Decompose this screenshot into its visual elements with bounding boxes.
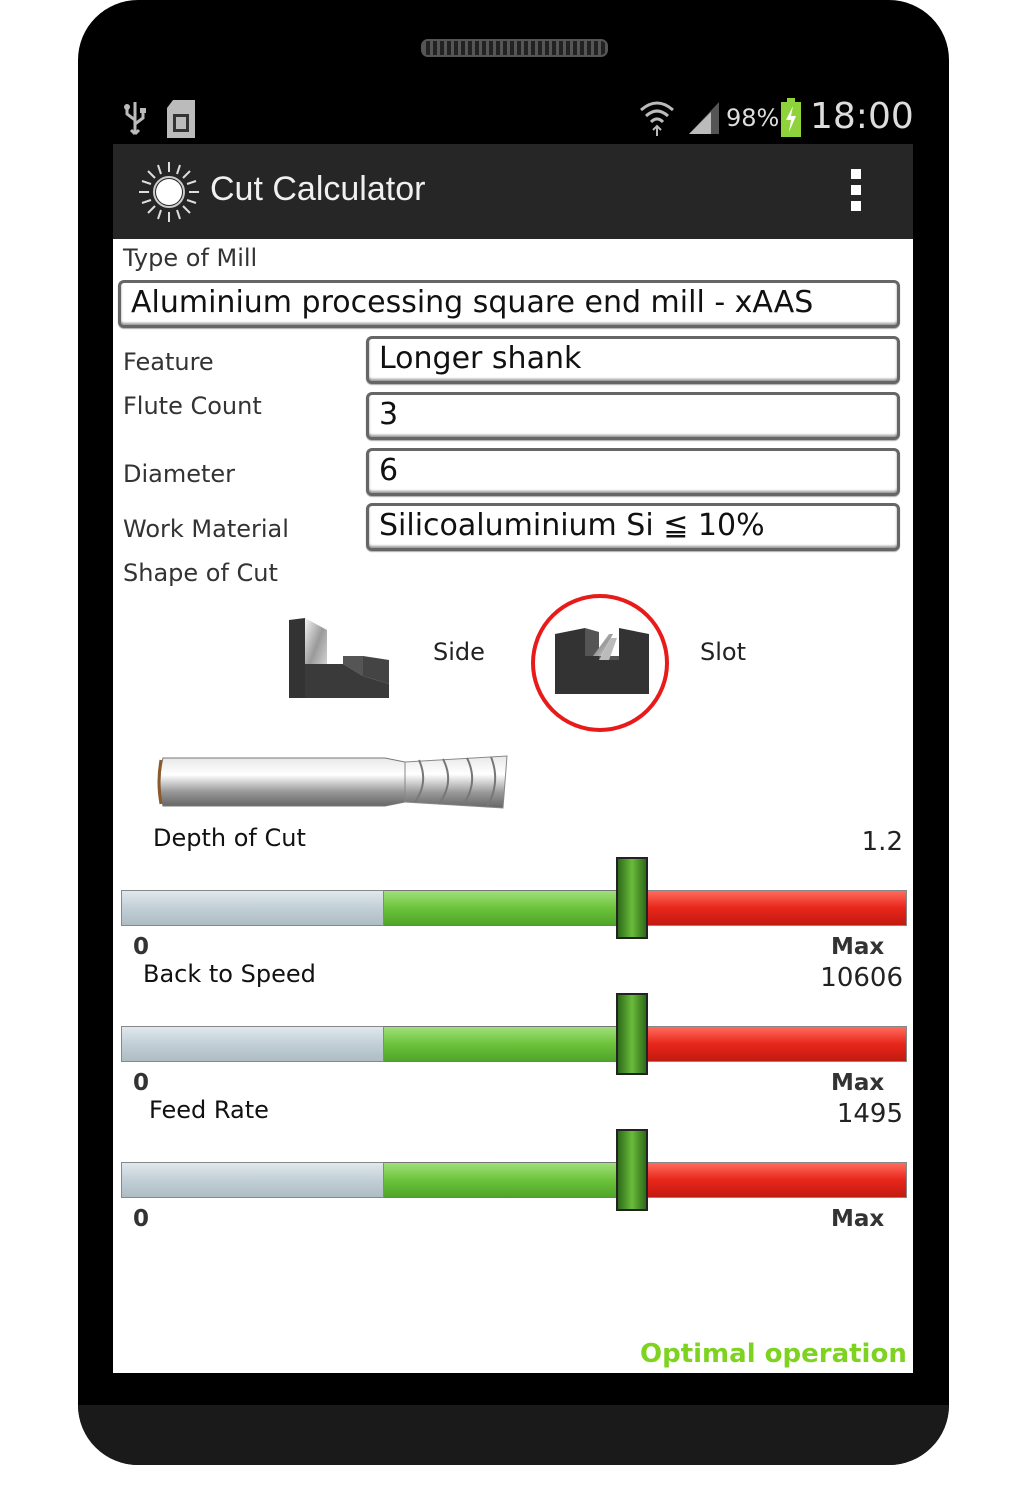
overflow-menu-icon[interactable]	[846, 169, 866, 217]
slider-thumb[interactable]	[616, 1129, 648, 1211]
slider-zone-low	[121, 1026, 384, 1062]
work-material-field[interactable]: Silicoaluminium Si ≦ 10%	[366, 503, 900, 551]
flute-count-label: Flute Count	[123, 392, 262, 420]
slider-value-feed-rate: 1495	[836, 1099, 903, 1129]
slider-label-depth-of-cut: Depth of Cut	[153, 824, 306, 852]
slider-label-back-to-speed: Back to Speed	[143, 960, 316, 988]
slider-max-label: Max	[831, 934, 885, 960]
status-bar: 98% 18:00	[113, 92, 914, 144]
speaker-grille	[421, 39, 608, 57]
slider-zone-high	[624, 1026, 907, 1062]
side-label[interactable]: Side	[433, 638, 485, 666]
slider-zone-optimal	[384, 890, 624, 926]
battery-charging-icon	[781, 98, 801, 137]
slider-min-label: 0	[133, 934, 150, 960]
type-of-mill-label: Type of Mill	[123, 244, 258, 272]
diameter-field[interactable]: 6	[366, 448, 900, 496]
slider-min-label: 0	[133, 1206, 150, 1232]
slider-thumb[interactable]	[616, 993, 648, 1075]
battery-percent: 98%	[726, 104, 780, 132]
slider-thumb[interactable]	[616, 857, 648, 939]
slider-zone-optimal	[384, 1162, 624, 1198]
app-title: Cut Calculator	[210, 170, 426, 208]
slider-max-label: Max	[831, 1206, 885, 1232]
app-screen: Cut Calculator Type of Mill Aluminium pr…	[113, 144, 913, 1373]
operation-status: Optimal operation	[640, 1339, 907, 1369]
slot-cut-icon[interactable]	[553, 626, 651, 696]
side-cut-icon[interactable]	[287, 614, 391, 700]
slider-zone-low	[121, 890, 384, 926]
work-material-label: Work Material	[123, 515, 289, 543]
feed-rate-slider[interactable]	[121, 1129, 907, 1211]
sd-card-icon	[167, 100, 195, 138]
feature-field[interactable]: Longer shank	[366, 336, 900, 384]
slider-zone-high	[624, 890, 907, 926]
slider-max-label: Max	[831, 1070, 885, 1096]
end-mill-tool-image	[157, 755, 508, 809]
depth-of-cut-slider[interactable]	[121, 857, 907, 939]
slider-zone-optimal	[384, 1026, 624, 1062]
type-of-mill-field[interactable]: Aluminium processing square end mill - x…	[118, 280, 900, 328]
clock: 18:00	[810, 96, 914, 137]
slider-value-back-to-speed: 10606	[820, 963, 903, 993]
slider-value-depth-of-cut: 1.2	[861, 827, 903, 857]
signal-icon	[689, 102, 719, 134]
usb-icon	[124, 102, 146, 136]
slider-zone-low	[121, 1162, 384, 1198]
slot-label[interactable]: Slot	[700, 638, 746, 666]
feature-label: Feature	[123, 348, 214, 376]
flute-count-field[interactable]: 3	[366, 392, 900, 440]
slider-label-feed-rate: Feed Rate	[149, 1096, 269, 1124]
back-to-speed-slider[interactable]	[121, 993, 907, 1075]
phone-bottom-bezel	[78, 1405, 949, 1465]
slider-zone-high	[624, 1162, 907, 1198]
diameter-label: Diameter	[123, 460, 236, 488]
action-bar: Cut Calculator	[113, 144, 913, 239]
wifi-icon	[640, 101, 674, 136]
saw-blade-logo-icon	[139, 162, 199, 222]
shape-of-cut-label: Shape of Cut	[123, 559, 278, 587]
slider-min-label: 0	[133, 1070, 150, 1096]
